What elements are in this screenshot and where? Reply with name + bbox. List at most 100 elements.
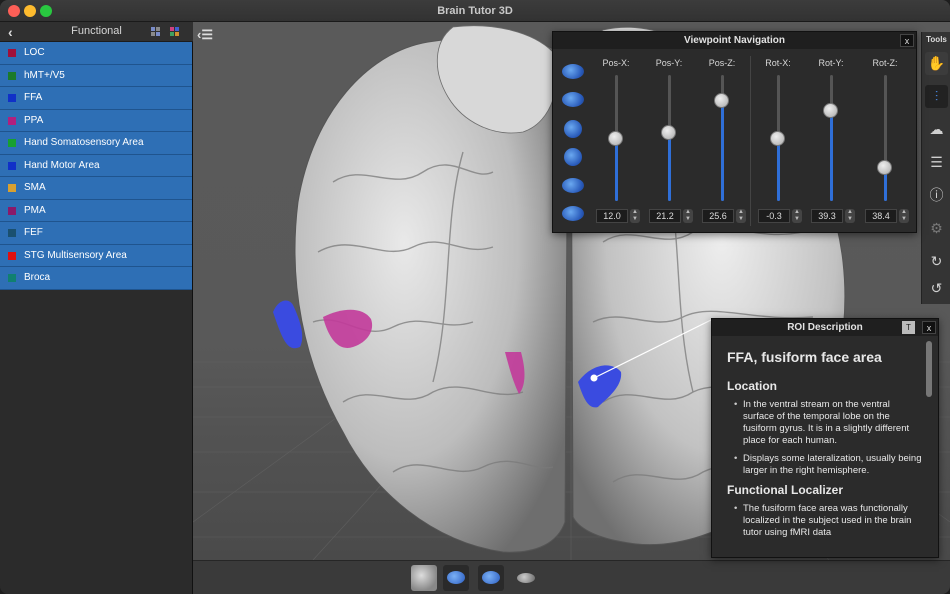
viewpoint-panel-title: Viewpoint Navigation [553,32,916,49]
sidebar-header: ‹ Functional [0,22,193,42]
close-window-button[interactable] [8,5,20,17]
roi-list-item[interactable]: Hand Motor Area [0,154,192,177]
roi-color-swatch [8,49,16,57]
brain-icon[interactable]: ☁ [925,118,948,141]
roi-list-item[interactable]: PMA [0,199,192,222]
sidebar-title: Functional [71,25,122,37]
blue-brain-view-button[interactable] [443,565,469,591]
text-size-button[interactable]: T [902,321,915,334]
slider-fill [721,100,724,201]
roi-color-swatch [8,71,16,80]
title-bar: Brain Tutor 3D [0,0,950,22]
slider-track[interactable] [714,75,729,201]
gear-icon[interactable]: ⚙ [925,217,948,240]
roi-list-item[interactable]: PPA [0,109,192,132]
slider-stepper[interactable]: ▲ ▼ [792,209,802,223]
slider-label: Rot-X: [765,58,791,68]
roi-panel-scrollbar[interactable] [926,341,932,397]
bottom-toolbar [193,560,950,594]
slider-knob[interactable] [661,124,676,140]
tools-label: Tools [926,35,947,44]
slider-knob[interactable] [608,131,623,146]
slider-value-field[interactable]: 25.6 [702,209,734,223]
hand-icon[interactable]: ✋ [925,52,948,75]
slider-stepper[interactable]: ▲ ▼ [899,209,909,223]
slider-track[interactable] [770,75,785,201]
location-heading: Location [727,379,777,393]
view-left-icon[interactable] [562,178,584,193]
slider-fill [830,110,833,201]
roi-pointer-dot [590,374,598,382]
slider-value-field[interactable]: 38.4 [865,209,897,223]
roi-list-item[interactable]: FEF [0,222,192,245]
location-item: In the ventral stream on the ventral sur… [734,399,923,447]
roi-list-item[interactable]: hMT+/V5 [0,64,192,87]
zoom-window-button[interactable] [40,5,52,17]
roi-list-item-label: Hand Motor Area [24,159,100,171]
slider-knob[interactable] [877,159,892,175]
roi-color-swatch [8,184,16,192]
view-right-icon[interactable] [562,206,584,221]
slider-fill [615,138,618,201]
roi-list: LOC hMT+/V5 FFA PPA Hand Somatosensory Area H… [0,42,192,290]
color-grid-icon[interactable] [170,27,180,37]
slider-stepper[interactable]: ▲ ▼ [630,209,640,223]
slider-fill [777,138,780,201]
slider-stepper[interactable]: ▲ ▼ [683,209,693,223]
slider-label: Rot-Y: [818,58,844,68]
roi-color-swatch [8,229,16,237]
roi-color-swatch [8,251,16,260]
roi-list-item-label: FEF [24,227,43,238]
slider-knob[interactable] [823,103,838,119]
roi-list-item[interactable]: STG Multisensory Area [0,244,192,267]
minimize-window-button[interactable] [24,5,36,17]
view-front-icon[interactable] [564,120,582,138]
sliders-icon[interactable]: ⫶ [925,85,948,108]
roi-color-swatch [8,116,16,125]
roi-list-item[interactable]: FFA [0,87,192,110]
roi-list-item[interactable]: Hand Somatosensory Area [0,132,192,155]
slider-track[interactable] [823,75,838,201]
slider-value-field[interactable]: 21.2 [649,209,681,223]
info-icon[interactable]: ⓘ [925,184,948,207]
view-top-icon[interactable] [562,64,584,79]
slider-value-field[interactable]: -0.3 [758,209,790,223]
roi-color-swatch [8,139,16,147]
slider-track[interactable] [661,75,676,201]
gray-brain-view-button[interactable] [411,565,437,591]
slider-label: Pos-Z: [708,58,736,68]
slider-knob[interactable] [714,93,729,109]
menu-icon[interactable]: ☰ [925,151,948,174]
slider-stepper[interactable]: ▲ ▼ [845,209,855,223]
roi-description-body: FFA, fusiform face area Location In the … [727,349,923,545]
gray-brain-side-view-button[interactable] [513,565,539,591]
blue-brain-side-view-button[interactable] [478,565,504,591]
slider-track[interactable] [608,75,623,201]
collapse-sidebar-icon[interactable]: ‹☰ [197,27,213,43]
slider-label: Rot-Z: [872,58,898,68]
roi-list-item-label: PPA [24,114,44,126]
slider-knob[interactable] [770,131,785,146]
roi-list-item[interactable]: Broca [0,267,192,290]
roi-list-item-label: Broca [24,272,51,283]
viewpoint-navigation-panel: Viewpoint Navigation x Pos-X: 12.0 ▲ ▼ Pos-Y… [552,31,917,233]
roi-list-item-label: PMA [24,204,46,216]
redo-icon[interactable]: ↻ [925,250,948,273]
roi-list-item-label: hMT+/V5 [24,69,65,81]
undo-icon[interactable]: ↺ [925,277,948,300]
tools-bar: Tools ✋ ⫶ ☁ ☰ ⓘ ⚙ ↻ ↺ [921,32,950,304]
roi-left-ffa[interactable] [273,300,303,349]
roi-list-item[interactable]: SMA [0,177,192,200]
view-back-icon[interactable] [564,148,582,166]
slider-value-field[interactable]: 12.0 [596,209,628,223]
roi-color-swatch [8,94,16,102]
roi-list-item[interactable]: LOC [0,42,192,65]
roi-list-item-label: FFA [24,92,43,103]
roi-panel-close-button[interactable]: x [922,321,936,334]
slider-stepper[interactable]: ▲ ▼ [736,209,746,223]
slider-value-field[interactable]: 39.3 [811,209,843,223]
view-bottom-icon[interactable] [562,92,584,107]
slider-track[interactable] [877,75,892,201]
viewpoint-close-button[interactable]: x [900,34,914,47]
grid-view-icon[interactable] [151,27,161,37]
